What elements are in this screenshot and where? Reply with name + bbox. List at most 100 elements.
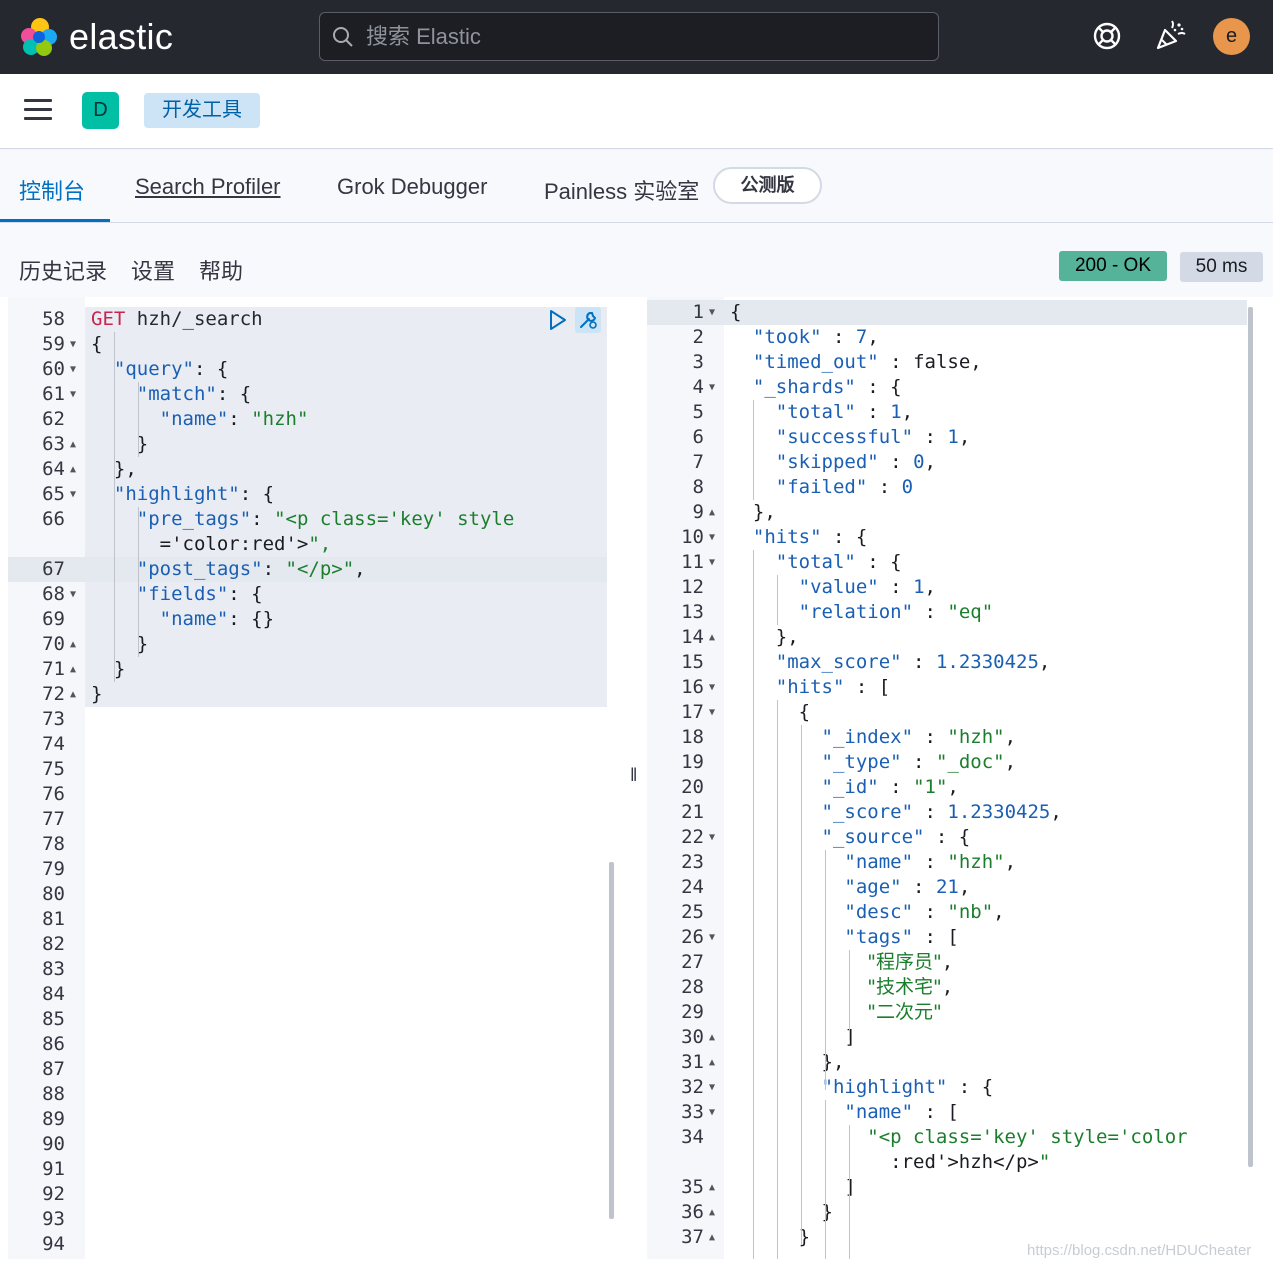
response-line-number: 26 [681, 926, 704, 948]
request-code-line: } [91, 683, 103, 705]
fold-close-icon[interactable]: ▲ [709, 500, 715, 525]
response-code-line: "desc" : "nb", [844, 901, 1005, 923]
response-code-line: "name" : [ [844, 1101, 959, 1123]
fold-close-icon[interactable]: ▲ [709, 1175, 715, 1200]
request-code-line: "query": { [113, 358, 229, 380]
response-code-line: "_source" : { [821, 826, 971, 848]
response-line-number: 22 [681, 826, 704, 848]
request-line-number: 66 [42, 508, 65, 530]
tab-search-profiler[interactable]: Search Profiler [135, 174, 281, 200]
fold-open-icon[interactable]: ▼ [70, 382, 76, 407]
response-line-number: 4 [692, 376, 704, 398]
request-line-number: 80 [42, 883, 65, 905]
request-code-line: "pre_tags": "<p class='key' style [136, 508, 515, 530]
response-code-line: "total" : { [775, 551, 902, 573]
user-avatar[interactable]: e [1213, 18, 1250, 55]
beta-badge[interactable]: 公测版 [713, 167, 822, 204]
indent-guide [138, 382, 139, 457]
fold-close-icon[interactable]: ▲ [70, 457, 76, 482]
tab-grok-debugger[interactable]: Grok Debugger [337, 174, 487, 200]
response-scrollbar[interactable] [1248, 307, 1253, 1167]
response-line-number: 10 [681, 526, 704, 548]
request-line-number: 77 [42, 808, 65, 830]
request-line-number: 70 [42, 633, 65, 655]
tab-console[interactable]: 控制台 [19, 174, 85, 206]
response-line-number: 5 [692, 401, 704, 423]
fold-close-icon[interactable]: ▲ [709, 1200, 715, 1225]
indent-guide [753, 400, 754, 500]
response-line-number: 34 [681, 1126, 704, 1148]
fold-open-icon[interactable]: ▼ [70, 582, 76, 607]
response-line-number: 8 [692, 476, 704, 498]
top-header: elastic e [0, 0, 1273, 74]
request-line-number: 93 [42, 1208, 65, 1230]
fold-open-icon[interactable]: ▼ [70, 482, 76, 507]
fold-open-icon[interactable]: ▼ [709, 300, 715, 325]
brand-name[interactable]: elastic [69, 16, 173, 58]
response-line-number: 19 [681, 751, 704, 773]
response-line-number: 35 [681, 1176, 704, 1198]
fold-close-icon[interactable]: ▲ [709, 625, 715, 650]
console-toolbar: 历史记录 设置 帮助 200 - OK 50 ms [0, 223, 1273, 297]
global-search[interactable] [319, 12, 939, 61]
fold-open-icon[interactable]: ▼ [709, 525, 715, 550]
fold-open-icon[interactable]: ▼ [709, 700, 715, 725]
response-code-line: }, [730, 501, 776, 523]
response-code-line: { [730, 701, 811, 723]
search-input[interactable] [366, 13, 926, 60]
response-line-number: 33 [681, 1101, 704, 1123]
fold-open-icon[interactable]: ▼ [709, 675, 715, 700]
response-line-number: 12 [681, 576, 704, 598]
fold-close-icon[interactable]: ▲ [70, 657, 76, 682]
wrench-settings-button[interactable] [575, 307, 601, 333]
fold-open-icon[interactable]: ▼ [70, 332, 76, 357]
fold-close-icon[interactable]: ▲ [709, 1025, 715, 1050]
indent-guide [825, 850, 826, 1090]
fold-close-icon[interactable]: ▲ [709, 1050, 715, 1075]
tab-painless-lab[interactable]: Painless 实验室 [544, 174, 699, 206]
response-line-number: 7 [692, 451, 704, 473]
devtools-tabs: 控制台 Search Profiler Grok Debugger Painle… [0, 150, 1273, 223]
request-scrollbar[interactable] [609, 862, 614, 1219]
fold-open-icon[interactable]: ▼ [709, 1100, 715, 1125]
elastic-logo-icon[interactable] [18, 16, 60, 58]
response-line-number: 21 [681, 801, 704, 823]
settings-link[interactable]: 设置 [131, 254, 175, 286]
response-code-line: "max_score" : 1.2330425, [775, 651, 1051, 673]
response-line-number: 36 [681, 1201, 704, 1223]
fold-close-icon[interactable]: ▲ [70, 682, 76, 707]
response-line-number: 13 [681, 601, 704, 623]
request-editor[interactable]: 58 GET hzh/_search 59 ▼{60 ▼ "query": {61 ▼ "… [8, 297, 623, 1259]
fold-open-icon[interactable]: ▼ [709, 550, 715, 575]
response-editor[interactable]: 1 ▼{2 "took" : 7, 3 "timed_out" : false, 4 ▼… [647, 297, 1265, 1259]
response-code-line: "技术宅", [867, 976, 954, 998]
response-code-line: ] [730, 1026, 856, 1048]
response-line-number: 20 [681, 776, 704, 798]
request-code-line: GET hzh/_search [91, 308, 263, 330]
space-avatar[interactable]: D [82, 92, 119, 129]
fold-close-icon[interactable]: ▲ [70, 432, 76, 457]
response-code-line: ] [730, 1176, 856, 1198]
fold-close-icon[interactable]: ▲ [70, 632, 76, 657]
breadcrumb[interactable]: 开发工具 [144, 93, 260, 128]
request-actions [548, 307, 608, 333]
pane-resizer[interactable]: ‖ [630, 765, 638, 787]
help-lifebuoy-icon[interactable] [1089, 18, 1125, 54]
play-icon[interactable] [548, 309, 568, 331]
fold-open-icon[interactable]: ▼ [709, 375, 715, 400]
help-link[interactable]: 帮助 [199, 254, 243, 286]
fold-open-icon[interactable]: ▼ [709, 925, 715, 950]
news-party-popper-icon[interactable] [1152, 18, 1188, 54]
duration-badge: 50 ms [1180, 252, 1263, 282]
response-code-line: "highlight" : { [821, 1076, 994, 1098]
fold-open-icon[interactable]: ▼ [70, 357, 76, 382]
request-code-line: { [91, 333, 103, 355]
history-link[interactable]: 历史记录 [19, 254, 107, 286]
fold-open-icon[interactable]: ▼ [709, 825, 715, 850]
fold-close-icon[interactable]: ▲ [709, 1225, 715, 1250]
response-code-line: "failed" : 0 [775, 476, 914, 498]
fold-open-icon[interactable]: ▼ [709, 1075, 715, 1100]
response-code-line: "tags" : [ [844, 926, 959, 948]
response-code-line: }, [730, 626, 799, 648]
menu-hamburger-icon[interactable] [24, 99, 52, 121]
